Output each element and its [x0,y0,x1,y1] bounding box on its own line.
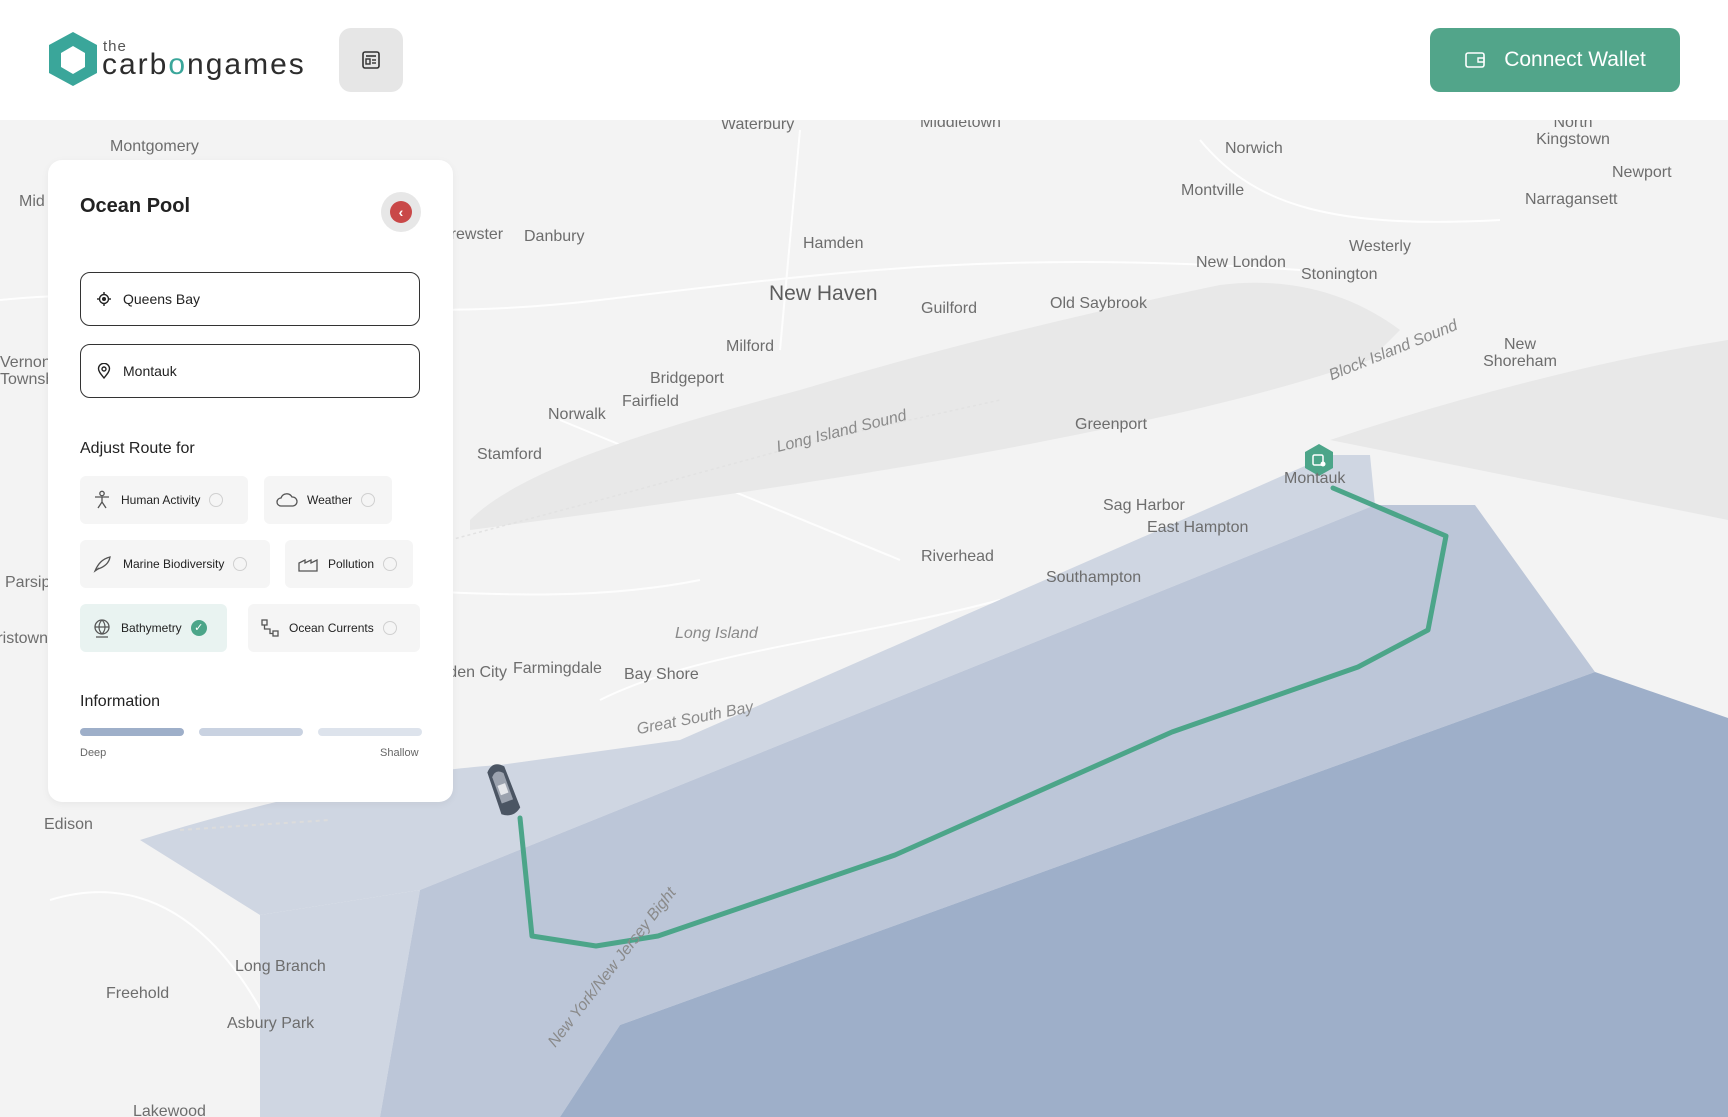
map-label: Milford [726,338,775,355]
map-label: Hamden [803,235,864,252]
wallet-icon [1465,52,1485,68]
option-label: Ocean Currents [289,621,374,635]
map-label: Bay Shore [624,666,699,683]
connect-wallet-label: Connect Wallet [1504,48,1646,71]
map-label: Riverhead [921,548,994,565]
destination-value: Montauk [123,363,177,379]
checkmark-icon[interactable]: ✓ [190,620,207,636]
map-label: Stamford [477,446,542,463]
map-label: Lakewood [133,1103,206,1117]
option-marine-biodiversity[interactable]: Marine Biodiversity [80,540,270,588]
option-label: Bathymetry [121,621,182,635]
origin-value: Queens Bay [123,291,201,307]
map-label: Garden City [451,664,507,681]
option-ocean-currents[interactable]: Ocean Currents [248,604,420,652]
map-label: Asbury Park [227,1015,315,1032]
currents-icon [261,619,279,637]
factory-icon [298,558,318,572]
map-label: Vernon Township [0,354,50,388]
map-label: Westerly [1349,238,1411,255]
map-label: Old Saybrook [1050,295,1147,312]
map-label: Long Island [675,625,758,642]
map-label: Greenport [1075,416,1148,433]
map-label: East Hampton [1147,519,1249,536]
news-menu-button[interactable] [339,28,403,92]
adjust-route-label: Adjust Route for [80,440,195,457]
depth-bar-shallow [318,728,422,736]
option-weather[interactable]: Weather [264,476,392,524]
map-label: Norwich [1225,140,1283,157]
map-label: Guilford [921,300,978,317]
map-label: Montauk [1284,470,1346,487]
crosshair-icon [97,292,111,306]
carbongames-logo[interactable]: the carbongames [46,30,316,90]
newspaper-icon [362,51,380,69]
map-label: Narragansett [1525,191,1618,208]
information-label: Information [80,693,161,710]
map-label: Parsippany [5,574,50,591]
map-label: Farmingdale [513,660,602,677]
option-radio[interactable] [382,621,397,635]
collapse-panel-button[interactable]: ‹ [381,192,421,232]
chevron-left-icon: ‹ [390,201,412,223]
option-label: Human Activity [121,493,201,507]
map-label: Long Branch [235,958,326,975]
globe-icon [94,619,110,638]
legend-deep-label: Deep [80,747,107,759]
location-pin-icon [97,363,111,379]
option-human-activity[interactable]: Human Activity [80,476,248,524]
map-label: Sag Harbor [1103,497,1185,514]
option-radio[interactable] [361,493,376,507]
panel-title: Ocean Pool [80,195,191,217]
option-radio[interactable] [209,493,224,507]
person-icon [95,490,109,509]
map-label: New Haven [769,282,878,305]
app-header: the carbongames Connect Wallet [0,0,1728,120]
map-label: Morristown [0,630,48,647]
ocean-pool-panel: Ocean Pool ‹ Queens Bay Montauk Adjust R… [48,160,453,802]
depth-bar-deep [80,728,184,736]
map-label: Montville [1181,182,1245,199]
map-label: Fairfield [622,393,679,410]
map-label: Southampton [1046,569,1142,586]
option-bathymetry[interactable]: Bathymetry ✓ [80,604,227,652]
map-label: Stonington [1301,266,1378,283]
cloud-icon [276,493,298,507]
map-label: North Kingstown [1536,120,1610,148]
origin-field[interactable]: Queens Bay [80,272,420,326]
map-label: Danbury [524,228,585,245]
option-label: Pollution [328,557,375,571]
option-radio[interactable] [383,557,398,571]
option-pollution[interactable]: Pollution [285,540,413,588]
map-label: Newport [1612,164,1672,181]
map-label: Mid [19,193,45,210]
map-label: Norwalk [548,406,606,423]
map-label: Middletown [920,120,1001,131]
map-label: Edison [44,816,93,833]
depth-bar-mid [199,728,303,736]
map-label: New London [1196,254,1286,271]
logo-wordmark: carbongames [102,48,306,81]
legend-shallow-label: Shallow [380,747,419,759]
map-label: Bridgeport [650,370,724,387]
map-label: Freehold [106,985,170,1002]
map-label: New Shoreham [1483,336,1557,370]
destination-field[interactable]: Montauk [80,344,420,398]
connect-wallet-button[interactable]: Connect Wallet [1430,28,1680,92]
option-label: Weather [307,493,353,507]
option-label: Marine Biodiversity [123,557,225,571]
map-label: Montgomery [110,138,199,155]
map-label: Waterbury [721,120,795,133]
fish-icon [93,556,111,573]
option-radio[interactable] [233,557,248,571]
hexagon-logo-icon [49,32,97,86]
